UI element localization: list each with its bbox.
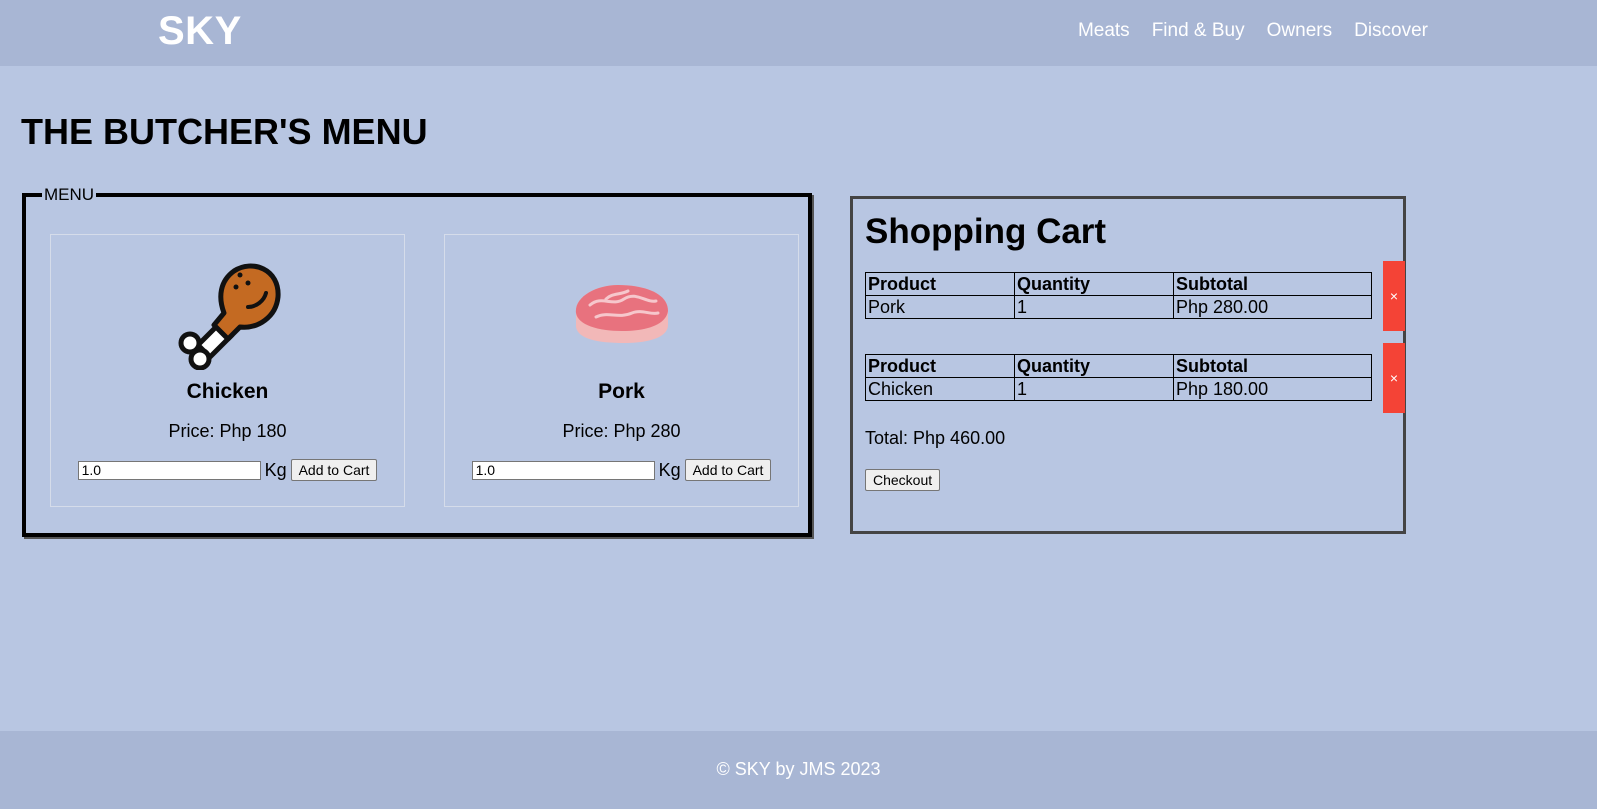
table-header-row: Product Quantity Subtotal: [865, 272, 1372, 296]
table-row: Chicken 1 Php 180.00: [865, 377, 1372, 401]
nav-owners[interactable]: Owners: [1267, 20, 1332, 42]
nav-find-buy[interactable]: Find & Buy: [1152, 20, 1245, 42]
cell-product: Pork: [865, 295, 1015, 319]
cell-quantity: 1: [1014, 295, 1174, 319]
cart-item-table: Product Quantity Subtotal Chicken 1 Php …: [865, 354, 1372, 401]
cell-quantity: 1: [1014, 377, 1174, 401]
add-to-cart-button[interactable]: Add to Cart: [290, 459, 378, 481]
column-header-subtotal: Subtotal: [1173, 354, 1372, 378]
column-header-product: Product: [865, 272, 1015, 296]
menu-fieldset: MENU Chicken Price: Php 180 Kg Add to Ca…: [22, 185, 812, 537]
nav-discover[interactable]: Discover: [1354, 20, 1428, 42]
nav-meats[interactable]: Meats: [1078, 20, 1130, 42]
page-title: THE BUTCHER'S MENU: [21, 111, 428, 152]
product-card-chicken: Chicken Price: Php 180 Kg Add to Cart: [50, 234, 405, 507]
product-price: Price: Php 280: [562, 421, 681, 441]
table-row: Pork 1 Php 280.00: [865, 295, 1372, 319]
column-header-quantity: Quantity: [1014, 354, 1174, 378]
unit-label: Kg: [658, 459, 681, 480]
column-header-subtotal: Subtotal: [1173, 272, 1372, 296]
column-header-quantity: Quantity: [1014, 272, 1174, 296]
quantity-row: Kg Add to Cart: [445, 459, 798, 481]
product-name: Pork: [598, 380, 645, 403]
remove-item-button[interactable]: ×: [1383, 261, 1405, 331]
product-card-pork: Pork Price: Php 280 Kg Add to Cart: [444, 234, 799, 507]
quantity-input[interactable]: [471, 460, 655, 480]
product-price: Price: Php 180: [168, 421, 287, 441]
column-header-product: Product: [865, 354, 1015, 378]
remove-item-button[interactable]: ×: [1383, 343, 1405, 413]
cart-title: Shopping Cart: [865, 212, 1107, 251]
cell-subtotal: Php 180.00: [1173, 377, 1372, 401]
pork-meat-icon: [445, 255, 798, 370]
site-footer: © SKY by JMS 2023: [0, 731, 1597, 809]
footer-copyright: © SKY by JMS 2023: [716, 759, 881, 779]
shopping-cart: Shopping Cart Product Quantity Subtotal …: [850, 196, 1406, 534]
menu-legend: MENU: [42, 185, 97, 205]
quantity-input[interactable]: [77, 460, 261, 480]
logo[interactable]: SKY: [158, 9, 242, 54]
quantity-row: Kg Add to Cart: [51, 459, 404, 481]
cart-item-table: Product Quantity Subtotal Pork 1 Php 280…: [865, 272, 1372, 319]
main-nav: Meats Find & Buy Owners Discover: [1078, 20, 1428, 42]
chicken-leg-icon: [51, 255, 404, 371]
cell-subtotal: Php 280.00: [1173, 295, 1372, 319]
checkout-button[interactable]: Checkout: [865, 469, 941, 491]
unit-label: Kg: [264, 459, 287, 480]
cart-total: Total: Php 460.00: [865, 428, 1006, 448]
cell-product: Chicken: [865, 377, 1015, 401]
table-header-row: Product Quantity Subtotal: [865, 354, 1372, 378]
site-header: SKY Meats Find & Buy Owners Discover: [0, 0, 1597, 66]
product-name: Chicken: [186, 380, 269, 403]
add-to-cart-button[interactable]: Add to Cart: [684, 459, 772, 481]
